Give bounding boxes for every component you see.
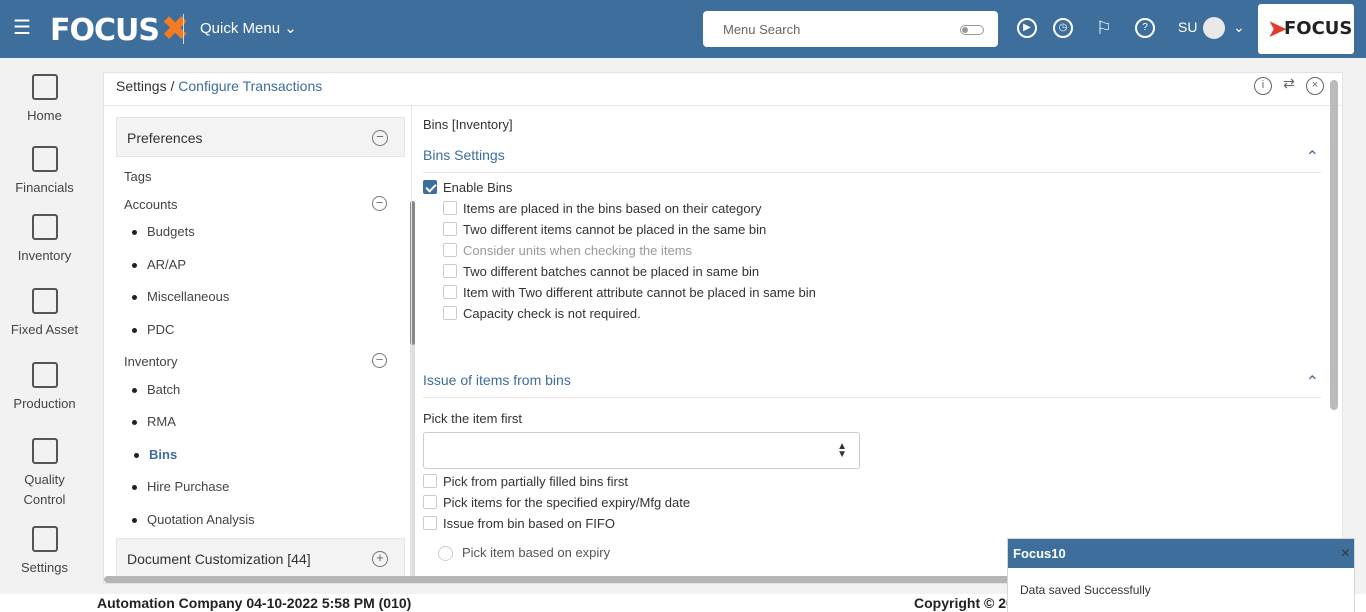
expiry-radio[interactable]: Pick item based on expiry	[438, 545, 610, 562]
tree-rma[interactable]: RMA	[132, 414, 176, 429]
preferences-header[interactable]: Preferences −	[116, 117, 405, 157]
tree-pdc[interactable]: PDC	[132, 322, 174, 337]
menu-icon[interactable]: ☰	[13, 18, 33, 38]
left-tree: Preferences − Tags Accounts − Budgets AR/A…	[116, 117, 415, 578]
horizontal-scrollbar[interactable]	[104, 576, 1014, 583]
swap-icon[interactable]: ⇄	[1280, 76, 1298, 94]
brand-logo: ➤ FOCUS	[1258, 4, 1354, 54]
chevron-up-icon[interactable]: ⌃	[1306, 147, 1319, 167]
menu-search-input[interactable]: Menu Search	[703, 11, 998, 47]
breadcrumb-current[interactable]: Configure Transactions	[178, 78, 322, 94]
collapse-icon[interactable]: −	[372, 130, 388, 146]
user-initials[interactable]: SU	[1178, 19, 1197, 35]
expand-icon[interactable]: +	[372, 551, 388, 567]
divider	[104, 105, 1342, 106]
option-checkbox[interactable]: Two different batches cannot be placed i…	[443, 264, 759, 280]
collapse-icon[interactable]: −	[372, 353, 387, 368]
nav-inventory[interactable]: Inventory	[0, 214, 89, 266]
toast-title: Focus10	[1013, 546, 1066, 561]
tree-batch[interactable]: Batch	[132, 382, 180, 397]
clipboard-icon	[31, 438, 58, 464]
tree-arap[interactable]: AR/AP	[132, 257, 186, 272]
option-checkbox[interactable]: Items are placed in the bins based on th…	[443, 201, 761, 217]
coins-icon	[31, 146, 58, 172]
search-toggle[interactable]	[960, 25, 984, 35]
quick-menu[interactable]: Quick Menu ⌄	[200, 18, 297, 40]
tree-budgets[interactable]: Budgets	[132, 224, 195, 239]
chevron-down-icon[interactable]: ⌄	[1233, 19, 1245, 36]
option-checkbox[interactable]: Capacity check is not required.	[443, 306, 641, 322]
nav-settings[interactable]: Settings	[0, 526, 89, 578]
clock-icon[interactable]: ◷	[1053, 18, 1073, 38]
chevron-up-icon[interactable]: ⌃	[1306, 372, 1319, 392]
bins-settings-form: Bins [Inventory] Bins Settings ⌃ Enable B…	[423, 117, 1323, 577]
divider	[183, 14, 184, 44]
bins-settings-section[interactable]: Bins Settings ⌃	[423, 147, 1321, 173]
tree-misc[interactable]: Miscellaneous	[132, 289, 229, 304]
breadcrumb: Settings / Configure Transactions	[116, 77, 322, 95]
info-icon[interactable]: i	[1254, 77, 1272, 95]
close-icon[interactable]: ×	[1341, 539, 1350, 568]
tree-inventory[interactable]: Inventory −	[124, 353, 387, 369]
top-bar: ☰ FOCUS✖ Quick Menu ⌄ Menu Search ▶ ◷ ⚐ …	[0, 0, 1366, 58]
pick-select[interactable]: ▲ ▼	[423, 432, 860, 469]
toast-notification: Focus10 × Data saved Successfully	[1007, 538, 1355, 612]
tree-hire-purchase[interactable]: Hire Purchase	[132, 479, 229, 494]
issue-checkbox[interactable]: Pick items for the specified expiry/Mfg …	[423, 495, 690, 511]
divider	[411, 106, 412, 584]
bell-icon[interactable]: ⚐	[1094, 18, 1114, 38]
help-icon[interactable]: ?	[1135, 18, 1155, 38]
doc-customization-header[interactable]: Document Customization [44] +	[116, 538, 405, 578]
factory-icon	[31, 362, 58, 388]
enable-bins-checkbox[interactable]: Enable Bins	[423, 180, 512, 196]
inventory-icon	[31, 214, 58, 240]
nav-quality-control[interactable]: Quality Control	[0, 438, 89, 510]
copyright: Copyright © 20	[914, 595, 1014, 611]
close-icon[interactable]: ×	[1306, 77, 1324, 95]
header-icons: i ⇄ ×	[1246, 75, 1324, 95]
form-title: Bins [Inventory]	[423, 117, 513, 132]
collapse-icon[interactable]: −	[372, 196, 387, 211]
side-nav: Home Financials Inventory Fixed Asset Pr…	[0, 58, 89, 598]
logo: FOCUS✖	[50, 9, 189, 49]
tree-accounts[interactable]: Accounts −	[124, 196, 387, 212]
gear-icon	[31, 526, 58, 552]
issue-section[interactable]: Issue of items from bins ⌃	[423, 372, 1321, 398]
avatar[interactable]	[1203, 17, 1225, 39]
sort-icon: ▲ ▼	[837, 441, 847, 460]
nav-home[interactable]: Home	[0, 74, 89, 126]
tree-bins[interactable]: Bins	[134, 447, 177, 462]
tree-tags[interactable]: Tags	[124, 169, 151, 184]
nav-financials[interactable]: Financials	[0, 146, 89, 198]
toast-message: Data saved Successfully	[1008, 568, 1354, 612]
pick-label: Pick the item first	[423, 411, 522, 426]
option-checkbox[interactable]: Item with Two different attribute cannot…	[443, 285, 816, 301]
settings-panel: Settings / Configure Transactions i ⇄ × Pr…	[103, 72, 1343, 584]
play-icon[interactable]: ▶	[1017, 18, 1037, 38]
company-info: Automation Company 04-10-2022 5:58 PM (0…	[97, 595, 412, 611]
nav-production[interactable]: Production	[0, 362, 89, 414]
issue-checkbox[interactable]: Pick from partially filled bins first	[423, 474, 628, 490]
breadcrumb-root[interactable]: Settings /	[116, 78, 174, 94]
building-icon	[31, 288, 58, 314]
page-scrollbar[interactable]	[1330, 80, 1338, 410]
issue-checkbox[interactable]: Issue from bin based on FIFO	[423, 516, 615, 532]
tree-quotation-analysis[interactable]: Quotation Analysis	[132, 512, 255, 527]
home-icon	[31, 74, 58, 100]
option-checkbox[interactable]: Two different items cannot be placed in …	[443, 222, 766, 238]
nav-fixed-asset[interactable]: Fixed Asset	[0, 288, 89, 340]
option-checkbox: Consider units when checking the items	[443, 243, 692, 259]
